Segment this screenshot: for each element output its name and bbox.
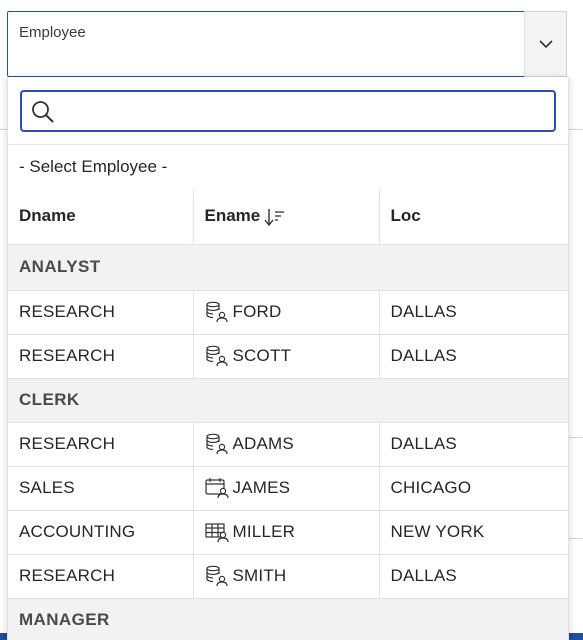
ename-text: FORD <box>232 302 282 321</box>
divider <box>8 144 568 145</box>
dname-cell: RESEARCH <box>8 290 194 335</box>
group-row-manager: MANAGER <box>8 598 568 640</box>
ename-cell: JAMES <box>193 466 380 511</box>
ename-cell: ADAMS <box>193 422 380 467</box>
database-user-icon <box>205 301 228 323</box>
calendar-user-icon <box>204 478 229 499</box>
loc-cell: CHICAGO <box>379 466 568 511</box>
ename-text: MILLER <box>232 522 296 541</box>
database-user-icon <box>205 565 228 587</box>
table-user-icon <box>204 523 229 543</box>
chevron-down-icon <box>538 39 553 48</box>
table-row[interactable]: SALES JAMES CHICAGO <box>8 466 568 511</box>
dname-cell: ACCOUNTING <box>8 510 194 555</box>
search-input[interactable] <box>64 98 548 126</box>
search-icon <box>32 101 54 123</box>
column-header-ename[interactable]: Ename <box>193 189 380 245</box>
column-header-loc[interactable]: Loc <box>379 189 568 245</box>
loc-cell: DALLAS <box>379 290 568 335</box>
dname-cell: RESEARCH <box>8 334 194 379</box>
loc-cell: NEW YORK <box>379 510 568 555</box>
employee-popup: - Select Employee - Dname Ename Loc ANAL <box>7 77 569 640</box>
group-title: ANALYST <box>8 244 568 291</box>
ename-cell: SMITH <box>193 554 380 599</box>
loc-cell: DALLAS <box>379 554 568 599</box>
select-employee-option[interactable]: - Select Employee - <box>19 157 167 177</box>
database-user-icon <box>205 345 228 367</box>
table-row[interactable]: ACCOUNTING MILLER NEW YORK <box>8 510 568 555</box>
ename-cell: FORD <box>193 290 380 335</box>
loc-cell: DALLAS <box>379 334 568 379</box>
ename-text: SMITH <box>232 566 287 585</box>
employee-field[interactable]: Employee <box>7 11 524 77</box>
group-title: MANAGER <box>8 598 568 640</box>
dname-cell: RESEARCH <box>8 422 194 467</box>
table-row[interactable]: RESEARCH SMITH DALLAS <box>8 554 568 599</box>
ename-text: ADAMS <box>232 434 294 453</box>
employee-field-label: Employee <box>19 24 86 41</box>
ename-cell: MILLER <box>193 510 380 555</box>
dname-cell: SALES <box>8 466 194 511</box>
loc-cell: DALLAS <box>379 422 568 467</box>
ename-text: SCOTT <box>232 346 292 365</box>
database-user-icon <box>205 433 228 455</box>
dname-cell: RESEARCH <box>8 554 194 599</box>
group-row-analyst: ANALYST <box>8 244 568 291</box>
search-box[interactable] <box>20 90 556 132</box>
column-header-dname[interactable]: Dname <box>8 189 194 245</box>
ename-text: JAMES <box>232 478 291 497</box>
table-row[interactable]: RESEARCH FORD DALLAS <box>8 290 568 335</box>
table-row[interactable]: RESEARCH SCOTT DALLAS <box>8 334 568 379</box>
ename-cell: SCOTT <box>193 334 380 379</box>
sort-descending-icon <box>264 208 285 226</box>
dropdown-toggle-button[interactable] <box>524 11 567 77</box>
employee-grid: Dname Ename Loc ANALYST RESEARCH FORD DA… <box>8 189 568 640</box>
group-row-clerk: CLERK <box>8 378 568 423</box>
group-title: CLERK <box>8 378 568 423</box>
table-row[interactable]: RESEARCH ADAMS DALLAS <box>8 422 568 467</box>
